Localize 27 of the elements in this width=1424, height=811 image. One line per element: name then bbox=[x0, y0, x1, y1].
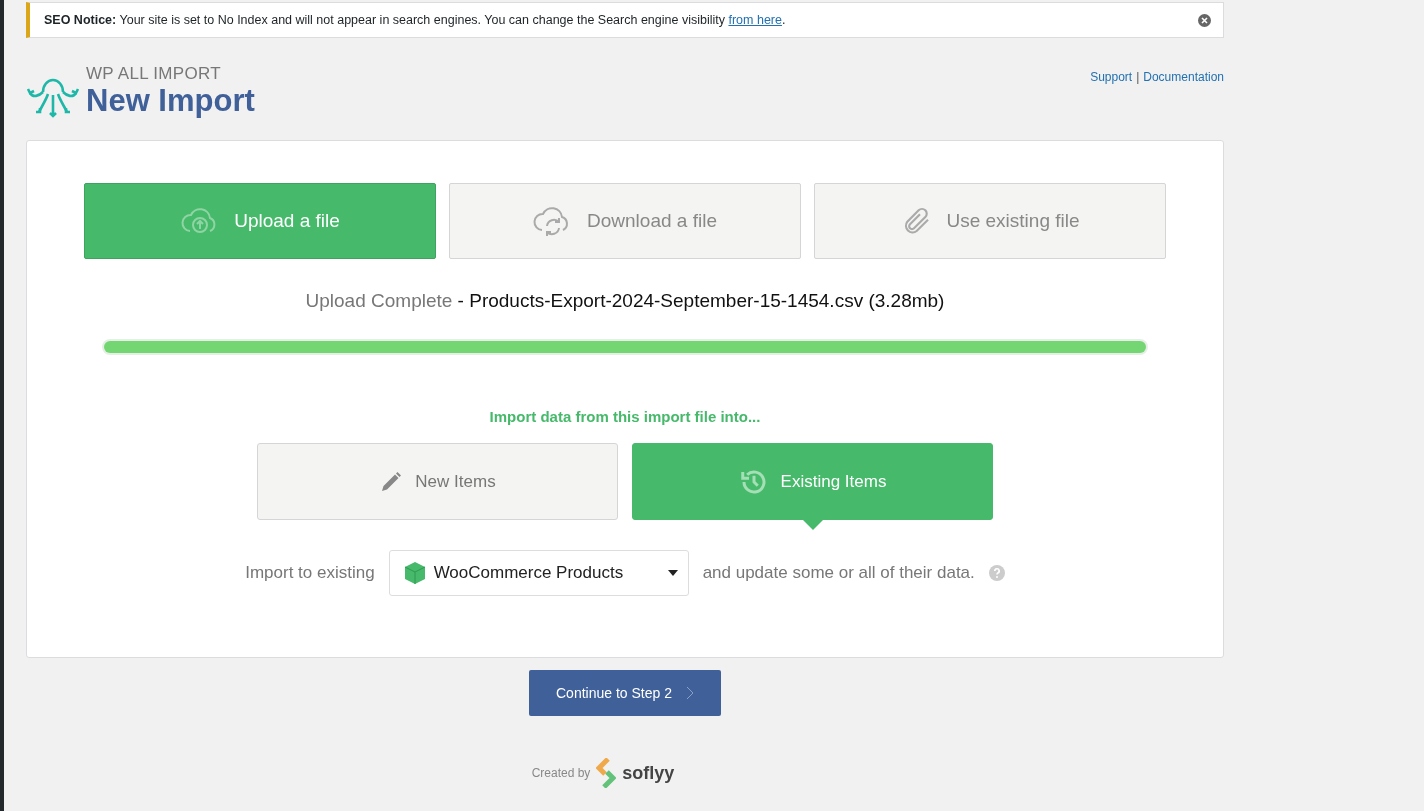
box-icon bbox=[403, 561, 426, 585]
caret-icon bbox=[667, 570, 678, 576]
upload-status: Upload Complete - Products-Export-2024-September-15-1454.csv (3.28mb) bbox=[305, 290, 945, 312]
brand-name: WP ALL IMPORT bbox=[86, 64, 222, 84]
source-tab[interactable]: Upload a file bbox=[84, 183, 436, 259]
page-title: New Import bbox=[86, 84, 255, 118]
header-link[interactable]: Support bbox=[1090, 70, 1133, 84]
import-description: and update some or all of their data. bbox=[702, 563, 975, 583]
created-by-text: Created by bbox=[531, 766, 591, 780]
post-type-select[interactable]: WooCommerce Products bbox=[388, 550, 689, 596]
close-icon[interactable] bbox=[1198, 13, 1211, 27]
source-tab[interactable]: Use existing file bbox=[814, 183, 1166, 259]
footer-brand: soflyy bbox=[622, 762, 675, 784]
header-link[interactable]: Documentation bbox=[1143, 70, 1224, 84]
pointer-arrow bbox=[802, 520, 823, 530]
chevron-right-icon bbox=[686, 686, 694, 700]
notice-link[interactable]: from here bbox=[728, 13, 782, 27]
pencil-icon bbox=[379, 469, 404, 494]
item-type-option[interactable]: Existing Items bbox=[632, 443, 993, 520]
import-label: Import to existing bbox=[245, 563, 375, 583]
import-prompt: Import data from this import file into... bbox=[489, 408, 761, 425]
source-tab[interactable]: Download a file bbox=[449, 183, 801, 259]
continue-button[interactable]: Continue to Step 2 bbox=[529, 670, 721, 716]
item-type-option[interactable]: New Items bbox=[257, 443, 618, 520]
soflyy-logo-icon bbox=[596, 758, 617, 788]
notice-text: SEO Notice: Your site is set to No Index and will not appear in search engines. You can change the Search engine visibility from here. bbox=[44, 13, 786, 27]
link-separator: | bbox=[1136, 70, 1140, 84]
